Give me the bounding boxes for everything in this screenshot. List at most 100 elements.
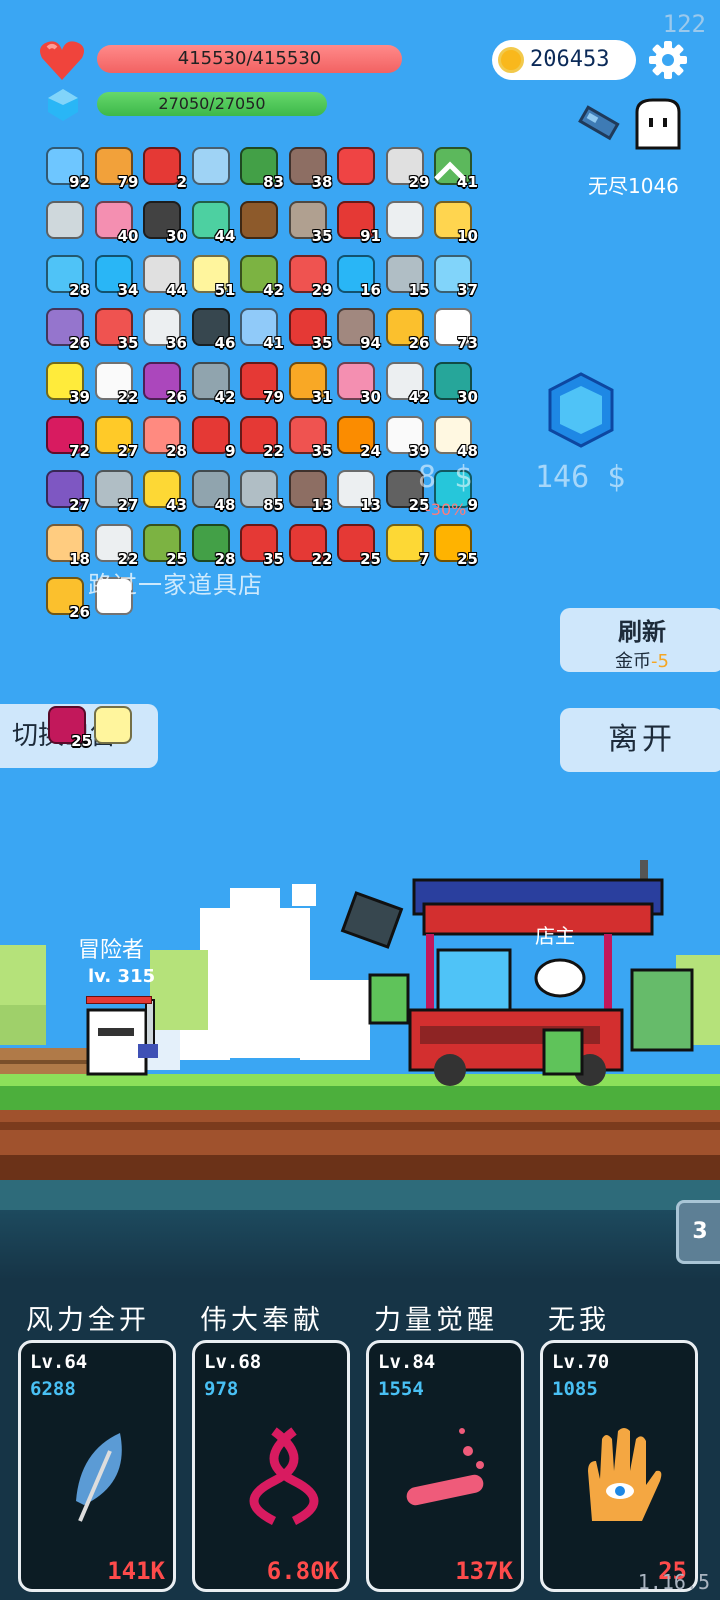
inventory-slot[interactable]: 40 [93, 199, 139, 245]
inventory-slot[interactable]: 72 [44, 414, 90, 460]
item-count: 25 [71, 732, 92, 750]
inventory-slot[interactable]: 91 [335, 199, 381, 245]
inventory-slot[interactable]: 79 [93, 145, 139, 191]
inventory-slot[interactable]: 38 [287, 145, 333, 191]
inventory-slot[interactable]: 24 [335, 414, 381, 460]
skill-level: Lv.64 [30, 1351, 88, 1373]
skill-card[interactable]: Lv.70 1085 25 [540, 1340, 698, 1592]
gear-icon[interactable] [648, 40, 688, 80]
inventory-slot[interactable]: 85 [238, 468, 284, 514]
inventory-slot[interactable]: 94 [335, 306, 381, 352]
inventory-slot[interactable]: 27 [93, 414, 139, 460]
inventory-slot[interactable] [190, 145, 236, 191]
item-count: 38 [311, 173, 333, 191]
inventory-slot[interactable]: 25 [335, 522, 381, 568]
skill-card[interactable]: Lv.64 6288 141K [18, 1340, 176, 1592]
inventory-slot[interactable]: 16 [335, 253, 381, 299]
inventory-slot[interactable]: 48 [432, 414, 478, 460]
inventory-slot[interactable]: 22 [238, 414, 284, 460]
leave-button[interactable]: 离开 [560, 708, 720, 772]
chevron-up-icon[interactable] [430, 155, 470, 185]
skills-tab-button[interactable]: 3 [676, 1200, 720, 1264]
inventory-slot[interactable]: 36 [141, 306, 187, 352]
inventory-slot[interactable]: 34 [93, 253, 139, 299]
inventory-slot[interactable]: 41 [238, 306, 284, 352]
skill-upgrade-cost: 141K [107, 1557, 165, 1585]
inventory-slot[interactable]: 26 [44, 575, 90, 621]
heart-icon [40, 41, 84, 80]
inventory-slot[interactable]: 7 [384, 522, 430, 568]
inventory-slot[interactable]: 22 [93, 360, 139, 406]
inventory-slot[interactable]: 35 [287, 199, 333, 245]
inventory-slot[interactable]: 35 [287, 414, 333, 460]
inventory-slot[interactable]: 25 [141, 522, 187, 568]
inventory-slot[interactable]: 39 [44, 360, 90, 406]
inventory-slot[interactable]: 15 [384, 253, 430, 299]
inventory-slot[interactable]: 35 [238, 522, 284, 568]
ghost-face-icon [635, 98, 681, 150]
discount-label: -30% [425, 500, 467, 519]
inventory-slot[interactable]: 29 [384, 145, 430, 191]
version-label: 1.16.5 [637, 1570, 710, 1594]
inventory-slot[interactable]: 31 [287, 360, 333, 406]
refresh-button[interactable]: 刷新 金币-5 [560, 608, 720, 672]
inventory-slot[interactable]: 13 [287, 468, 333, 514]
inventory-slot[interactable]: 42 [190, 360, 236, 406]
inventory-slot[interactable]: 44 [141, 253, 187, 299]
twin-hearts-icon [191, 416, 230, 454]
inventory-slot[interactable]: 28 [190, 522, 236, 568]
inventory-slot[interactable]: 22 [287, 522, 333, 568]
inventory-slot[interactable]: 35 [287, 306, 333, 352]
inventory-slot[interactable] [335, 145, 381, 191]
inventory-slot[interactable]: 48 [190, 468, 236, 514]
inventory-slot[interactable]: 9 [190, 414, 236, 460]
hero-hp-bar [86, 996, 152, 1004]
inventory-slot[interactable]: 83 [238, 145, 284, 191]
inventory-slot[interactable]: 79 [238, 360, 284, 406]
inventory-slot[interactable]: 18 [44, 522, 90, 568]
item-count: 29 [408, 173, 430, 191]
inventory-slot[interactable]: 42 [384, 360, 430, 406]
inventory-slot[interactable]: 43 [141, 468, 187, 514]
inventory-slot[interactable]: 42 [238, 253, 284, 299]
inventory-slot[interactable]: 30 [141, 199, 187, 245]
inventory-slot[interactable]: 46 [190, 306, 236, 352]
item-price-1: 8 $ [418, 460, 473, 495]
inventory-slot[interactable]: 30 [432, 360, 478, 406]
skill-card[interactable]: Lv.68 978 6.80K [192, 1340, 350, 1592]
item-count: 7 [419, 549, 430, 568]
inventory-slot[interactable]: 28 [44, 253, 90, 299]
inventory-slot[interactable]: 26 [44, 306, 90, 352]
inventory-slot[interactable]: 30 [335, 360, 381, 406]
sickle-icon [46, 200, 84, 239]
inventory-slot[interactable]: 92 [44, 145, 90, 191]
inventory-slot[interactable]: 10 [432, 199, 478, 245]
skill-card[interactable]: Lv.84 1554 137K [366, 1340, 524, 1592]
inventory-slot[interactable]: 27 [93, 468, 139, 514]
inventory-slot[interactable]: 39 [384, 414, 430, 460]
inventory-slot[interactable]: 27 [44, 468, 90, 514]
sapphire-display-icon[interactable] [546, 372, 616, 448]
item-count: 51 [214, 280, 236, 299]
endless-mode-icons[interactable] [575, 96, 685, 152]
inventory-slot[interactable] [44, 199, 90, 245]
inventory-slot[interactable]: 22 [93, 522, 139, 568]
inventory-slot[interactable]: 73 [432, 306, 478, 352]
inventory-slot[interactable]: 25 [432, 522, 478, 568]
inventory-slot[interactable] [238, 199, 284, 245]
inventory-slot[interactable]: 26 [384, 306, 430, 352]
inventory-slot[interactable] [92, 704, 138, 750]
item-count: 35 [311, 334, 333, 353]
inventory-slot[interactable] [384, 199, 430, 245]
inventory-slot[interactable]: 44 [190, 199, 236, 245]
inventory-slot[interactable]: 51 [190, 253, 236, 299]
inventory-slot[interactable]: 2 [141, 145, 187, 191]
inventory-slot[interactable]: 28 [141, 414, 187, 460]
inventory-slot[interactable]: 35 [93, 306, 139, 352]
inventory-slot[interactable]: 37 [432, 253, 478, 299]
inventory-slot[interactable]: 25 [46, 704, 92, 750]
inventory-slot[interactable]: 26 [141, 360, 187, 406]
inventory-slot[interactable]: 29 [287, 253, 333, 299]
item-count: 27 [117, 442, 139, 460]
inventory-slot[interactable]: 13 [335, 468, 381, 514]
